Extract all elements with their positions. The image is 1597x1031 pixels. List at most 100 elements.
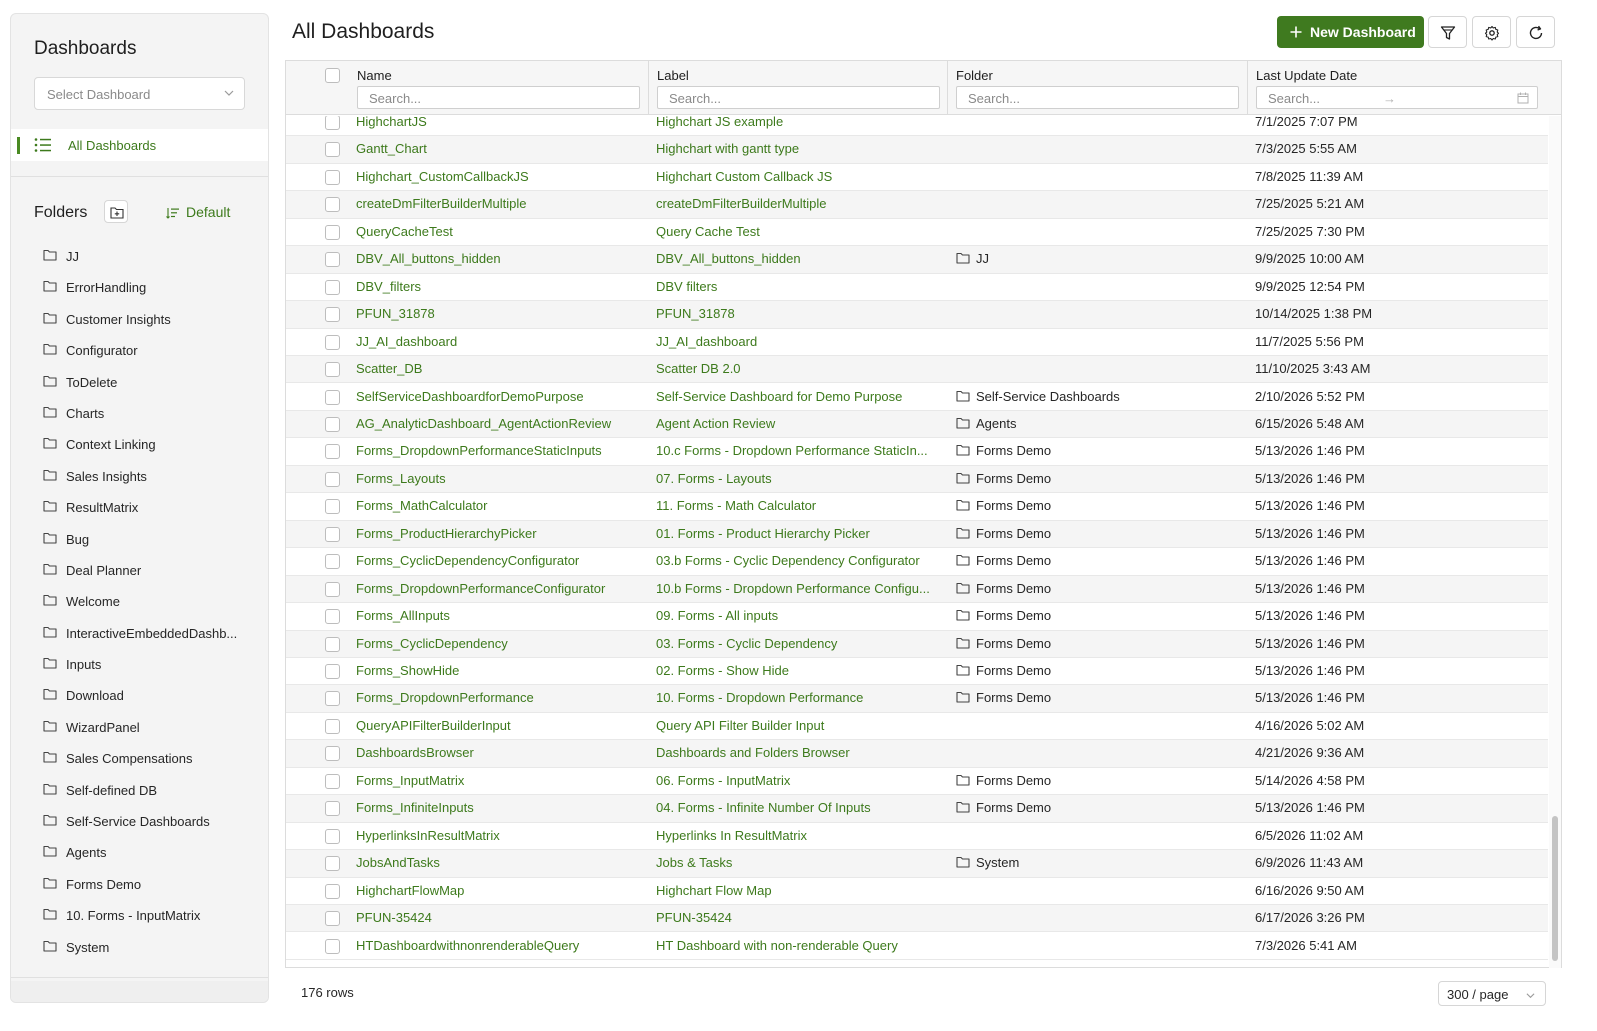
row-name-link[interactable]: DBV_filters — [356, 279, 646, 294]
row-name-link[interactable]: PFUN-35424 — [356, 910, 646, 925]
row-label-link[interactable]: 04. Forms - Infinite Number Of Inputs — [656, 800, 941, 815]
row-label-link[interactable]: PFUN_31878 — [656, 306, 941, 321]
row-name-link[interactable]: Gantt_Chart — [356, 141, 646, 156]
row-checkbox[interactable] — [325, 609, 340, 625]
row-label-link[interactable]: Jobs & Tasks — [656, 855, 941, 870]
row-name-link[interactable]: DashboardsBrowser — [356, 745, 646, 760]
settings-button[interactable] — [1472, 16, 1511, 48]
row-label-link[interactable]: 03.b Forms - Cyclic Dependency Configura… — [656, 553, 941, 568]
name-search-input[interactable]: Search... — [357, 86, 640, 109]
row-name-link[interactable]: createDmFilterBuilderMultiple — [356, 196, 646, 211]
row-name-link[interactable]: Forms_Layouts — [356, 471, 646, 486]
row-checkbox[interactable] — [325, 554, 340, 570]
row-label-link[interactable]: 03. Forms - Cyclic Dependency — [656, 636, 941, 651]
row-label-link[interactable]: Agent Action Review — [656, 416, 941, 431]
filter-button[interactable] — [1428, 16, 1467, 48]
table-row[interactable]: Forms_ShowHide 02. Forms - Show Hide Forms… — [286, 658, 1548, 686]
table-row[interactable]: DBV_All_buttons_hidden DBV_All_buttons_hi… — [286, 246, 1548, 274]
table-row[interactable]: QueryCacheTest Query Cache Test 7/25/2025 … — [286, 219, 1548, 247]
row-checkbox[interactable] — [325, 224, 340, 240]
folder-item[interactable]: Bug — [11, 524, 268, 555]
table-row[interactable]: HighchartFlowMap Highchart Flow Map 6/16/2… — [286, 878, 1548, 906]
row-checkbox[interactable] — [325, 691, 340, 707]
row-checkbox[interactable] — [325, 416, 340, 432]
table-row[interactable]: AG_AnalyticDashboard_AgentActionReview Ag… — [286, 410, 1548, 439]
row-label-link[interactable]: Hyperlinks In ResultMatrix — [656, 828, 941, 843]
folder-item[interactable]: Download — [11, 680, 268, 711]
table-row[interactable]: QueryAPIFilterBuilderInput Query API Filt… — [286, 713, 1548, 741]
date-range-input[interactable]: Search... → — [1256, 86, 1538, 109]
row-label-link[interactable]: JJ_AI_dashboard — [656, 334, 941, 349]
folder-search-input[interactable]: Search... — [956, 86, 1239, 109]
row-name-link[interactable]: SelfServiceDashboardforDemoPurpose — [356, 389, 646, 404]
row-checkbox[interactable] — [325, 279, 340, 295]
folder-item[interactable]: 10. Forms - InputMatrix — [11, 900, 268, 931]
row-checkbox[interactable] — [325, 116, 340, 130]
table-row[interactable]: HTDashboardwithnonrenderableQuery HT Dash… — [286, 933, 1548, 960]
table-row[interactable]: Forms_DropdownPerformance 10. Forms - Dro… — [286, 685, 1548, 713]
row-name-link[interactable]: Forms_DropdownPerformance — [356, 690, 646, 705]
folder-item[interactable]: Agents — [11, 837, 268, 868]
row-name-link[interactable]: HighchartJS — [356, 116, 646, 129]
table-row[interactable]: DBV_filters DBV filters 9/9/2025 12:54 PM — [286, 274, 1548, 302]
row-checkbox[interactable] — [325, 636, 340, 652]
row-label-link[interactable]: 01. Forms - Product Hierarchy Picker — [656, 526, 941, 541]
folder-item[interactable]: InteractiveEmbeddedDashb... — [11, 618, 268, 649]
row-checkbox[interactable] — [325, 471, 340, 487]
row-label-link[interactable]: 07. Forms - Layouts — [656, 471, 941, 486]
row-checkbox[interactable] — [325, 389, 340, 405]
folder-item[interactable]: Deal Planner — [11, 555, 268, 586]
folder-item[interactable]: Inputs — [11, 649, 268, 680]
row-label-link[interactable]: Dashboards and Folders Browser — [656, 745, 941, 760]
folder-item[interactable]: Sales Compensations — [11, 743, 268, 774]
table-row[interactable]: Forms_AllInputs 09. Forms - All inputs For… — [286, 603, 1548, 631]
row-name-link[interactable]: Forms_CyclicDependencyConfigurator — [356, 553, 646, 568]
row-label-link[interactable]: 06. Forms - InputMatrix — [656, 773, 941, 788]
row-label-link[interactable]: DBV_All_buttons_hidden — [656, 251, 941, 266]
table-row[interactable]: PFUN-35424 PFUN-35424 6/17/2026 3:26 PM — [286, 905, 1548, 933]
select-dashboard-dropdown[interactable]: Select Dashboard — [34, 77, 245, 110]
row-name-link[interactable]: Forms_MathCalculator — [356, 498, 646, 513]
row-checkbox[interactable] — [325, 142, 340, 158]
row-checkbox[interactable] — [325, 581, 340, 597]
table-row[interactable]: createDmFilterBuilderMultiple createDmFil… — [286, 191, 1548, 219]
folder-item[interactable]: Customer Insights — [11, 304, 268, 335]
table-row[interactable]: SelfServiceDashboardforDemoPurpose Self-S… — [286, 384, 1548, 411]
vertical-scrollbar[interactable] — [1549, 116, 1561, 968]
row-name-link[interactable]: AG_AnalyticDashboard_AgentActionReview — [356, 416, 646, 431]
row-checkbox[interactable] — [325, 499, 340, 515]
row-checkbox[interactable] — [325, 883, 340, 899]
row-name-link[interactable]: HighchartFlowMap — [356, 883, 646, 898]
table-row[interactable]: Forms_MathCalculator 11. Forms - Math Cal… — [286, 493, 1548, 521]
table-row[interactable]: Highchart_CustomCallbackJS Highchart Cust… — [286, 164, 1548, 192]
sidebar-item-all-dashboards[interactable]: All Dashboards — [11, 129, 268, 161]
row-checkbox[interactable] — [325, 938, 340, 954]
table-row[interactable]: JobsAndTasks Jobs & Tasks System 6/9/2026 1… — [286, 850, 1548, 878]
row-label-link[interactable]: Query Cache Test — [656, 224, 941, 239]
row-name-link[interactable]: Forms_DropdownPerformanceConfigurator — [356, 581, 646, 596]
table-row[interactable]: Forms_InfiniteInputs 04. Forms - Infinite… — [286, 795, 1548, 823]
folder-item[interactable]: JJ — [11, 241, 268, 272]
sort-default-button[interactable]: Default — [166, 204, 230, 220]
row-checkbox[interactable] — [325, 801, 340, 817]
row-name-link[interactable]: Forms_ShowHide — [356, 663, 646, 678]
folder-item[interactable]: Charts — [11, 398, 268, 429]
table-row[interactable]: Forms_DropdownPerformanceStaticInputs 10.… — [286, 438, 1548, 466]
row-name-link[interactable]: Forms_InfiniteInputs — [356, 800, 646, 815]
table-row[interactable]: DashboardsBrowser Dashboards and Folders … — [286, 740, 1548, 768]
row-checkbox[interactable] — [325, 444, 340, 460]
row-name-link[interactable]: JJ_AI_dashboard — [356, 334, 646, 349]
row-label-link[interactable]: HT Dashboard with non-renderable Query — [656, 938, 941, 953]
row-label-link[interactable]: 10.b Forms - Dropdown Performance Config… — [656, 581, 941, 596]
row-label-link[interactable]: Self-Service Dashboard for Demo Purpose — [656, 389, 941, 404]
refresh-button[interactable] — [1516, 16, 1555, 48]
row-label-link[interactable]: Highchart with gantt type — [656, 141, 941, 156]
row-label-link[interactable]: createDmFilterBuilderMultiple — [656, 196, 941, 211]
row-checkbox[interactable] — [325, 526, 340, 542]
row-label-link[interactable]: DBV filters — [656, 279, 941, 294]
row-label-link[interactable]: Highchart Flow Map — [656, 883, 941, 898]
row-name-link[interactable]: Highchart_CustomCallbackJS — [356, 169, 646, 184]
row-name-link[interactable]: Forms_ProductHierarchyPicker — [356, 526, 646, 541]
table-row[interactable]: HighchartJS Highchart JS example 7/1/2025 … — [286, 116, 1548, 137]
row-name-link[interactable]: QueryAPIFilterBuilderInput — [356, 718, 646, 733]
